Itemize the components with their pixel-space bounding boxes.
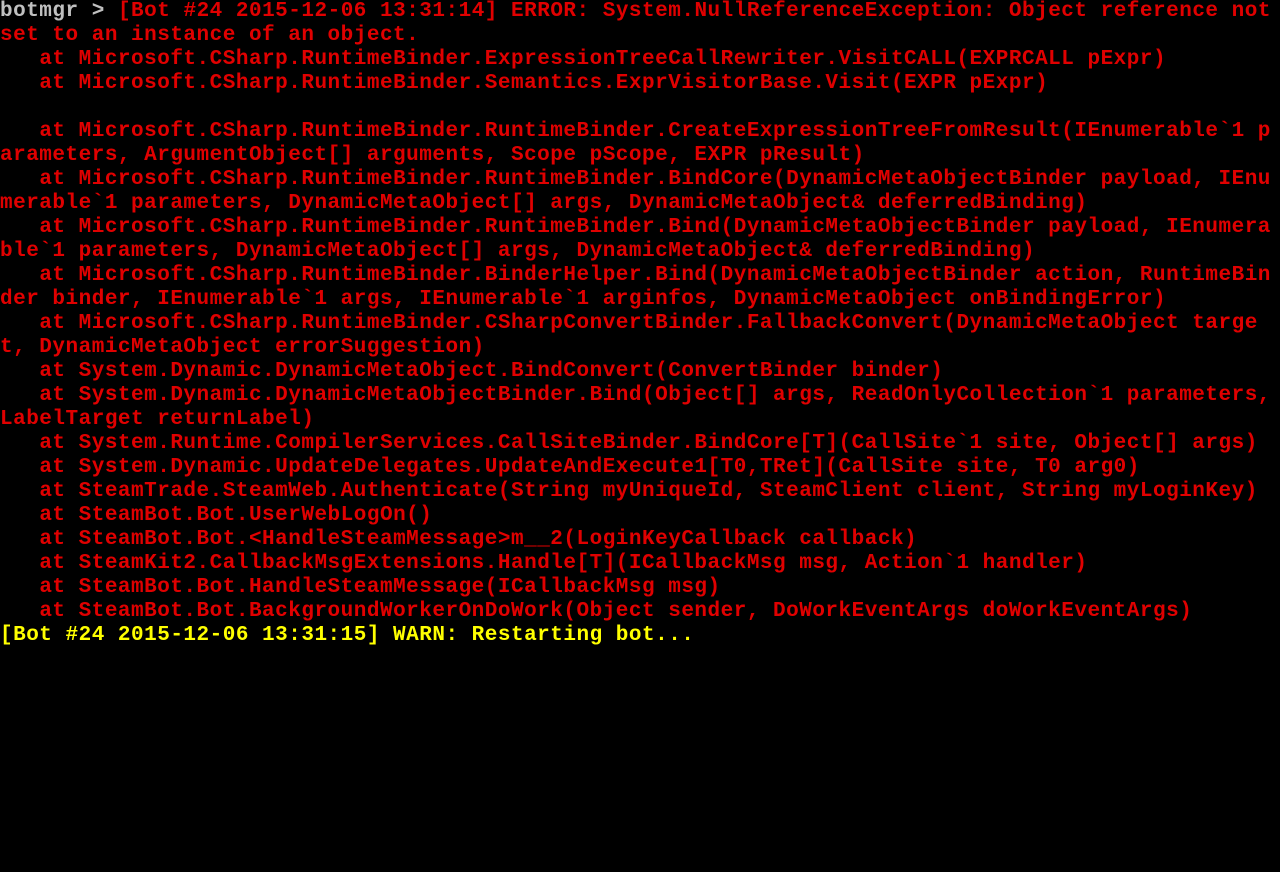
stack-frame: at SteamKit2.CallbackMsgExtensions.Handl… [0, 552, 1087, 575]
stack-frame: at SteamBot.Bot.<HandleSteamMessage>m__2… [0, 528, 917, 551]
stack-frame: at Microsoft.CSharp.RuntimeBinder.Expres… [0, 48, 1166, 71]
warn-line: [Bot #24 2015-12-06 13:31:15] WARN: Rest… [0, 624, 694, 647]
stack-frame: at System.Dynamic.UpdateDelegates.Update… [0, 456, 1140, 479]
stack-frame: at Microsoft.CSharp.RuntimeBinder.Runtim… [0, 168, 1271, 215]
stack-frame: at Microsoft.CSharp.RuntimeBinder.Semant… [0, 72, 1048, 95]
prompt-arrow: > [92, 0, 105, 23]
terminal-output[interactable]: botmgr > [Bot #24 2015-12-06 13:31:14] E… [0, 0, 1280, 648]
stack-frame: at Microsoft.CSharp.RuntimeBinder.Runtim… [0, 120, 1271, 167]
prompt-label: botmgr [0, 0, 79, 23]
stack-frame: at SteamBot.Bot.HandleSteamMessage(ICall… [0, 576, 721, 599]
stack-frame: at SteamBot.Bot.BackgroundWorkerOnDoWork… [0, 600, 1192, 623]
stack-frame: at SteamTrade.SteamWeb.Authenticate(Stri… [0, 480, 1258, 503]
stack-frame: at System.Runtime.CompilerServices.CallS… [0, 432, 1258, 455]
stack-frame: at Microsoft.CSharp.RuntimeBinder.CSharp… [0, 312, 1258, 359]
stack-frame: at SteamBot.Bot.UserWebLogOn() [0, 504, 432, 527]
stack-frame: at System.Dynamic.DynamicMetaObjectBinde… [0, 384, 1280, 431]
stack-frame: at System.Dynamic.DynamicMetaObject.Bind… [0, 360, 943, 383]
stack-frame: at Microsoft.CSharp.RuntimeBinder.Runtim… [0, 216, 1271, 263]
error-header: [Bot #24 2015-12-06 13:31:14] ERROR: Sys… [0, 0, 1280, 47]
stack-frame: at Microsoft.CSharp.RuntimeBinder.Binder… [0, 264, 1271, 311]
